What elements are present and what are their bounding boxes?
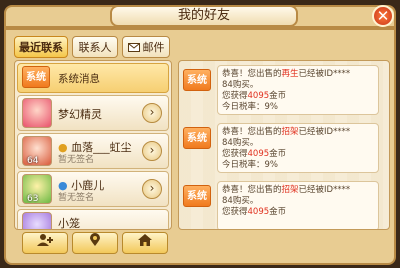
message-item: 系统 恭喜！您出售的招架已经被ID**** 84购买。 您获得4095金币 今日… bbox=[183, 123, 383, 173]
tab-contacts[interactable]: 联系人 bbox=[72, 36, 118, 58]
message-line: 您获得4095金币 bbox=[222, 91, 374, 102]
message-line: 您获得4095金币 bbox=[222, 149, 374, 160]
item-name: 再生 bbox=[281, 69, 299, 79]
close-icon: ✕ bbox=[376, 7, 390, 25]
add-friend-icon bbox=[37, 234, 53, 246]
contact-list: 系统 系统消息 梦幻精灵 › 64 ● 血落___虹尘 暂无签名 › 63 ● … bbox=[14, 60, 172, 230]
friend-item[interactable]: 梦幻精灵 › bbox=[17, 95, 169, 131]
system-icon: 系统 bbox=[22, 66, 50, 88]
friend-item[interactable]: 63 ● 小鹿儿 暂无签名 › bbox=[17, 171, 169, 207]
add-friend-button[interactable] bbox=[22, 232, 68, 254]
message-item: 系统 恭喜！您出售的再生已经被ID**** 84购买。 您获得4095金币 今日… bbox=[183, 65, 383, 115]
system-icon: 系统 bbox=[183, 127, 211, 149]
system-icon: 系统 bbox=[183, 185, 211, 207]
home-icon bbox=[138, 234, 152, 246]
mail-icon bbox=[127, 38, 140, 52]
avatar: 63 bbox=[22, 174, 52, 204]
message-line: 84购买。 bbox=[222, 80, 259, 90]
message-text: 恭喜！您出售的 bbox=[222, 127, 282, 137]
tab-mail[interactable]: 邮件 bbox=[122, 36, 170, 58]
message-text: 已经被ID**** bbox=[298, 127, 351, 137]
tab-mail-label: 邮件 bbox=[142, 41, 165, 54]
friend-item[interactable]: 64 ● 血落___虹尘 暂无签名 › bbox=[17, 133, 169, 169]
message-text: 恭喜！您出售的 bbox=[222, 69, 282, 79]
avatar: 64 bbox=[22, 136, 52, 166]
message-text: 您获得 bbox=[222, 207, 248, 217]
chevron-right-icon[interactable]: › bbox=[142, 141, 162, 161]
message-line: 恭喜！您出售的再生已经被ID**** bbox=[222, 69, 374, 80]
chevron-right-icon[interactable]: › bbox=[142, 103, 162, 123]
message-text: 您获得 bbox=[222, 149, 248, 159]
coin-amount: 4095 bbox=[247, 207, 270, 217]
message-text: 已经被ID**** bbox=[298, 185, 351, 195]
location-icon bbox=[90, 233, 100, 246]
coin-amount: 4095 bbox=[247, 149, 270, 159]
message-item: 系统 恭喜！您出售的招架已经被ID**** 84购买。 您获得4095金币 bbox=[183, 181, 383, 229]
tab-recent[interactable]: 最近联系 bbox=[14, 36, 68, 58]
friend-name: 小笼 bbox=[58, 217, 80, 230]
message-bubble: 恭喜！您出售的招架已经被ID**** 84购买。 您获得4095金币 今日税率：… bbox=[217, 123, 379, 173]
avatar bbox=[22, 98, 52, 128]
friend-signature: 暂无签名 bbox=[58, 155, 95, 165]
message-text: 金币 bbox=[269, 207, 287, 217]
message-bubble: 恭喜！您出售的再生已经被ID**** 84购买。 您获得4095金币 今日税率：… bbox=[217, 65, 379, 115]
chevron-right-icon[interactable]: › bbox=[142, 179, 162, 199]
home-button[interactable] bbox=[122, 232, 168, 254]
message-line: 今日税率：9% bbox=[222, 160, 278, 170]
level-badge: 64 bbox=[27, 156, 39, 166]
system-messages-item[interactable]: 系统 系统消息 bbox=[17, 63, 169, 93]
message-line: 恭喜！您出售的招架已经被ID**** bbox=[222, 127, 374, 138]
message-text: 您获得 bbox=[222, 91, 248, 101]
message-panel: 系统 恭喜！您出售的再生已经被ID**** 84购买。 您获得4095金币 今日… bbox=[178, 60, 390, 230]
message-text: 金币 bbox=[269, 149, 287, 159]
message-line: 84购买。 bbox=[222, 196, 259, 206]
close-button[interactable]: ✕ bbox=[372, 5, 394, 27]
message-line: 84购买。 bbox=[222, 138, 259, 148]
message-line: 恭喜！您出售的招架已经被ID**** bbox=[222, 185, 374, 196]
message-text: 已经被ID**** bbox=[298, 69, 351, 79]
message-line: 您获得4095金币 bbox=[222, 207, 374, 218]
friend-item[interactable]: 小笼 bbox=[17, 209, 169, 230]
system-messages-label: 系统消息 bbox=[58, 73, 100, 85]
coin-amount: 4095 bbox=[247, 91, 270, 101]
location-button[interactable] bbox=[72, 232, 118, 254]
tab-recent-label: 最近联系 bbox=[19, 41, 63, 54]
message-bubble: 恭喜！您出售的招架已经被ID**** 84购买。 您获得4095金币 bbox=[217, 181, 379, 229]
message-line: 今日税率：9% bbox=[222, 102, 278, 112]
item-name: 招架 bbox=[281, 127, 299, 137]
message-text: 恭喜！您出售的 bbox=[222, 185, 282, 195]
message-text: 金币 bbox=[269, 91, 287, 101]
system-icon: 系统 bbox=[183, 69, 211, 91]
friend-name: 梦幻精灵 bbox=[58, 108, 102, 121]
window-title: 我的好友 bbox=[110, 5, 298, 27]
level-badge: 63 bbox=[27, 194, 39, 204]
tab-contacts-label: 联系人 bbox=[78, 41, 112, 54]
friend-signature: 暂无签名 bbox=[58, 193, 95, 203]
avatar bbox=[22, 212, 52, 229]
item-name: 招架 bbox=[281, 185, 299, 195]
